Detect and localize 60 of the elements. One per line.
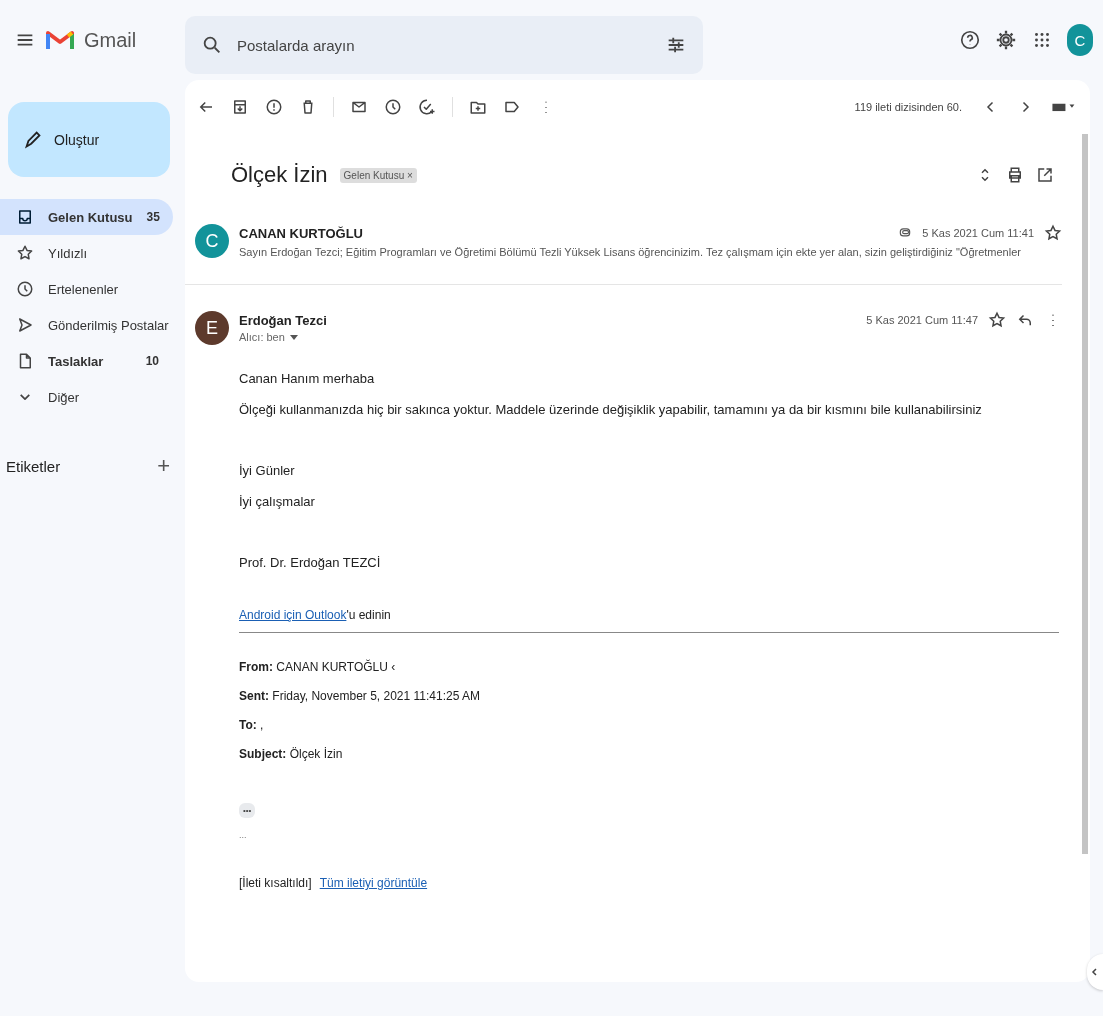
- quoted-header-line: Subject: Ölçek İzin: [239, 746, 344, 763]
- message-date: 5 Kas 2021 Cum 11:41: [922, 227, 1034, 239]
- labels-heading: Etiketler: [6, 457, 61, 475]
- sender-avatar: C: [195, 224, 229, 258]
- sender-name: Erdoğan Tezci: [239, 312, 327, 328]
- search-icon[interactable]: [201, 34, 223, 56]
- star-icon[interactable]: [1044, 224, 1062, 242]
- view-full-message-link[interactable]: Tüm iletiyi görüntüle: [319, 876, 428, 890]
- quoted-header-line: From: CANAN KURTOĞLU ‹: [239, 658, 397, 676]
- search-bar[interactable]: Postalarda arayın: [185, 16, 703, 74]
- search-field[interactable]: Postalarda arayın: [235, 35, 653, 55]
- archive-icon[interactable]: [231, 98, 249, 116]
- body-text: Canan Hanım merhaba: [239, 370, 376, 388]
- body-text: İyi Günler: [239, 462, 296, 480]
- report-icon[interactable]: [265, 98, 283, 116]
- send-icon: [16, 316, 34, 334]
- sidebar-item[interactable]: Ertelenenler: [0, 271, 173, 307]
- body-text: Prof. Dr. Erdoğan TEZCİ: [239, 554, 382, 572]
- trimmed-notice: [İleti kısaltıldı]: [239, 876, 312, 890]
- open-new-window-icon[interactable]: [1036, 166, 1054, 184]
- quoted-header-line: Sent: Friday, November 5, 2021 11:41:25 AM: [239, 688, 481, 705]
- sidebar-item[interactable]: Yıldızlı: [0, 235, 173, 271]
- help-icon[interactable]: [959, 29, 981, 51]
- side-panel-toggle[interactable]: [1087, 954, 1103, 990]
- chevron-left-icon: [1090, 967, 1100, 977]
- caret-icon[interactable]: [288, 332, 299, 342]
- sender-name: CANAN KURTOĞLU: [239, 225, 363, 241]
- body-text: Android için Outlook'u edinin: [239, 608, 392, 622]
- print-icon[interactable]: [1006, 166, 1024, 184]
- quoted-header-line: To: ,: [239, 717, 265, 734]
- add-label-button[interactable]: +: [157, 453, 170, 479]
- body-text: Ölçeği kullanmanızda hiç bir sakınca yoktur. Maddele üzerinde değişiklik yapabilir, tamamını ya da bir kısmını bile kullanabilirsiniz: [239, 401, 983, 419]
- label-chip[interactable]: Gelen Kutusu ×: [339, 167, 417, 183]
- sender-avatar: E: [195, 311, 229, 345]
- thread-subject: Ölçek İzin: [231, 162, 328, 188]
- thread-counter: 119 ileti dizisinden 60.: [854, 101, 962, 113]
- show-trimmed-button[interactable]: •••: [239, 803, 256, 818]
- account-avatar[interactable]: C: [1067, 24, 1093, 56]
- body-text: İyi çalışmalar: [239, 493, 316, 511]
- outlook-link[interactable]: Android için Outlook: [239, 608, 347, 622]
- compose-button[interactable]: Oluştur: [8, 102, 170, 177]
- clock-icon: [16, 280, 34, 298]
- gmail-logo-icon: [46, 29, 74, 51]
- app-name: Gmail: [84, 28, 137, 52]
- chevron-down-icon: [19, 393, 31, 401]
- star-icon: [16, 244, 34, 262]
- task-add-icon[interactable]: [418, 98, 436, 116]
- settings-icon[interactable]: [995, 29, 1017, 51]
- ellipsis-text: ...: [239, 830, 248, 840]
- clock-icon[interactable]: [384, 98, 402, 116]
- sidebar-item[interactable]: Diğer: [0, 379, 173, 415]
- message-date: 5 Kas 2021 Cum 11:47: [866, 314, 978, 326]
- sidebar-item[interactable]: Taslaklar 10: [0, 343, 173, 379]
- inbox-icon: [16, 208, 34, 226]
- sidebar-item[interactable]: Gönderilmiş Postalar: [0, 307, 173, 343]
- message-snippet: Sayın Erdoğan Tezci; Eğitim Programları ve Öğretimi Bölümü Tezli Yüksek Lisans öğrencinizim. Tez çalışmam için ekte yer alan, sizin geliştirdiğiniz "Öğretmenler: [239, 246, 1022, 258]
- star-icon[interactable]: [988, 311, 1006, 329]
- scrollbar[interactable]: [1082, 134, 1088, 854]
- recipient-label: Alıcı: ben: [239, 331, 285, 343]
- sidebar-item[interactable]: Gelen Kutusu 35: [0, 199, 173, 235]
